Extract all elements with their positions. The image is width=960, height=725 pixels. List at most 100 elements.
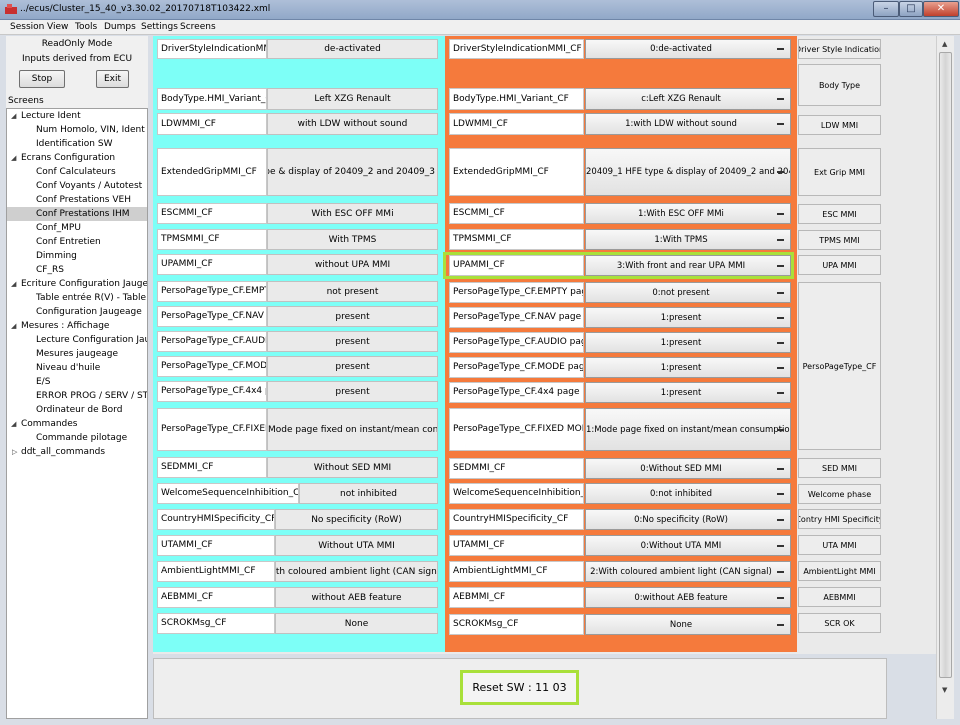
menu-dumps[interactable]: Dumps (104, 22, 136, 32)
collapse-triangle-icon[interactable]: ◢ (11, 112, 16, 120)
collapse-triangle-icon[interactable]: ◢ (11, 154, 16, 162)
tree-item[interactable]: Mesures jaugeage (36, 347, 118, 361)
menu-tools[interactable]: Tools (75, 22, 97, 32)
menu-settings[interactable]: Settings (141, 22, 178, 32)
param-combo[interactable]: 1:With TPMS (585, 229, 791, 250)
tree-item[interactable]: Mesures : Affichage (21, 319, 109, 333)
tree-item[interactable]: Ecrans Configuration (21, 151, 115, 165)
expand-triangle-icon[interactable]: ▷ (12, 448, 17, 456)
param-value: present (267, 356, 438, 377)
param-combo[interactable]: 0:No specificity (RoW) (585, 509, 791, 530)
collapse-triangle-icon[interactable]: ◢ (11, 280, 16, 288)
param-combo[interactable]: 0:de-activated (585, 39, 791, 59)
param-combo[interactable]: None (585, 614, 791, 635)
combo-value: 0:Without SED MMI (640, 463, 722, 474)
param-value: With ESC OFF MMi (267, 203, 438, 224)
param-combo[interactable]: 2:With coloured ambient light (CAN signa… (585, 561, 791, 582)
tree-item[interactable]: Configuration Jaugeage (36, 305, 142, 319)
param-combo[interactable]: 1:present (585, 357, 791, 378)
param-label: SCROKMsg_CF (449, 614, 584, 635)
menu-screens[interactable]: Screens (180, 22, 216, 32)
param-combo[interactable]: 0:without AEB feature (585, 587, 791, 608)
section-label: UTA MMI (798, 535, 881, 555)
dropdown-icon (777, 544, 784, 547)
tree-item[interactable]: Commandes (21, 417, 77, 431)
inputs-derived-label: Inputs derived from ECU (21, 54, 133, 64)
tree-item[interactable]: Conf_MPU (36, 221, 81, 235)
param-combo[interactable]: 0:not inhibited (585, 483, 791, 504)
param-combo[interactable]: 20409_1 HFE type & display of 20409_2 an… (585, 148, 791, 196)
param-combo[interactable]: 1:present (585, 307, 791, 328)
param-combo[interactable]: c:Left XZG Renault (585, 88, 791, 110)
collapse-triangle-icon[interactable]: ◢ (11, 420, 16, 428)
scroll-thumb[interactable] (939, 52, 952, 678)
tree-item[interactable]: Conf Entretien (36, 235, 101, 249)
scroll-down-icon[interactable]: ▼ (942, 686, 947, 694)
tree-item[interactable]: CF_RS (36, 263, 64, 277)
param-combo[interactable]: 0:not present (585, 282, 791, 303)
tree-item[interactable]: Ecriture Configuration Jaugeage (21, 277, 147, 291)
minimize-button[interactable]: – (873, 1, 899, 17)
tree-item-selected[interactable]: Conf Prestations IHM (7, 207, 147, 221)
tree-item[interactable]: Table entrée R(V) - Table Affichage (36, 291, 147, 305)
param-value: present (267, 331, 438, 352)
param-label: WelcomeSequenceInhibition_CF (157, 483, 299, 504)
combo-value: 1:present (660, 387, 702, 398)
param-value: No specificity (RoW) (275, 509, 438, 530)
param-label: AmbientLightMMI_CF (157, 561, 275, 582)
tree-item[interactable]: ERROR PROG / SERV / STOP / FC (36, 389, 147, 403)
dropdown-icon (777, 316, 784, 319)
combo-value: 0:not present (652, 287, 710, 298)
tree-item[interactable]: Lecture Configuration Jaugeage (36, 333, 147, 347)
param-label: SCROKMsg_CF (157, 613, 275, 634)
tree-item[interactable]: Niveau d'huile (36, 361, 100, 375)
tree-item[interactable]: Dimming (36, 249, 77, 263)
tree-item[interactable]: E/S (36, 375, 50, 389)
menu-session[interactable]: Session (10, 22, 44, 32)
scroll-up-icon[interactable]: ▲ (942, 40, 947, 48)
tree-item[interactable]: Ordinateur de Bord (36, 403, 122, 417)
param-label: PersoPageType_CF.MODE page (449, 357, 584, 378)
tree-item[interactable]: Identification SW (36, 137, 112, 151)
dropdown-icon (777, 238, 784, 241)
dropdown-icon (777, 467, 784, 470)
param-combo[interactable]: 1:present (585, 332, 791, 353)
param-combo[interactable]: 0:Without SED MMI (585, 458, 791, 479)
param-combo[interactable]: 1:with LDW without sound (585, 113, 791, 135)
param-label: CountryHMISpecificity_CF (449, 509, 584, 530)
param-label: PersoPageType_CF.FIXED MODE page (449, 408, 584, 451)
exit-button[interactable]: Exit (96, 70, 129, 88)
param-value: Without UTA MMI (275, 535, 438, 556)
param-value: without UPA MMI (267, 254, 438, 275)
param-combo[interactable]: 1:Mode page fixed on instant/mean consum… (585, 408, 791, 451)
combo-value: None (669, 619, 693, 630)
dropdown-icon (777, 391, 784, 394)
tree-item[interactable]: Conf Calculateurs (36, 165, 116, 179)
tree-item[interactable]: ddt_all_commands (21, 445, 105, 459)
app-icon (5, 4, 17, 14)
param-value: 20409_1 HFE type & display of 20409_2 an… (267, 148, 438, 196)
param-combo[interactable]: 1:With ESC OFF MMi (585, 203, 791, 224)
param-combo[interactable]: 0:Without UTA MMI (585, 535, 791, 556)
tree-item[interactable]: Commande pilotage (36, 431, 127, 445)
tree-item[interactable]: Num Homolo, VIN, Ident System (36, 123, 147, 137)
close-button[interactable]: ✕ (923, 1, 959, 17)
maximize-button[interactable]: □ (899, 1, 923, 17)
stop-button[interactable]: Stop (19, 70, 65, 88)
param-label: SEDMMI_CF (449, 458, 584, 479)
collapse-triangle-icon[interactable]: ◢ (11, 322, 16, 330)
tree-item[interactable]: Conf Voyants / Autotest (36, 179, 142, 193)
menu-view[interactable]: View (47, 22, 68, 32)
dropdown-icon (777, 123, 784, 125)
param-value: without AEB feature (275, 587, 438, 608)
tree-item[interactable]: Conf Prestations VEH (36, 193, 131, 207)
param-combo[interactable]: 1:present (585, 382, 791, 403)
combo-value: 1:present (660, 337, 702, 348)
param-value: Without SED MMI (267, 457, 438, 478)
param-label: PersoPageType_CF.4x4 page (157, 381, 267, 402)
param-label: TPMSMMI_CF (449, 229, 584, 250)
param-value: With coloured ambient light (CAN signal) (275, 561, 438, 582)
dropdown-icon (777, 492, 784, 495)
tree-item[interactable]: Lecture Ident (21, 109, 81, 123)
upa-row-highlight (443, 252, 794, 279)
